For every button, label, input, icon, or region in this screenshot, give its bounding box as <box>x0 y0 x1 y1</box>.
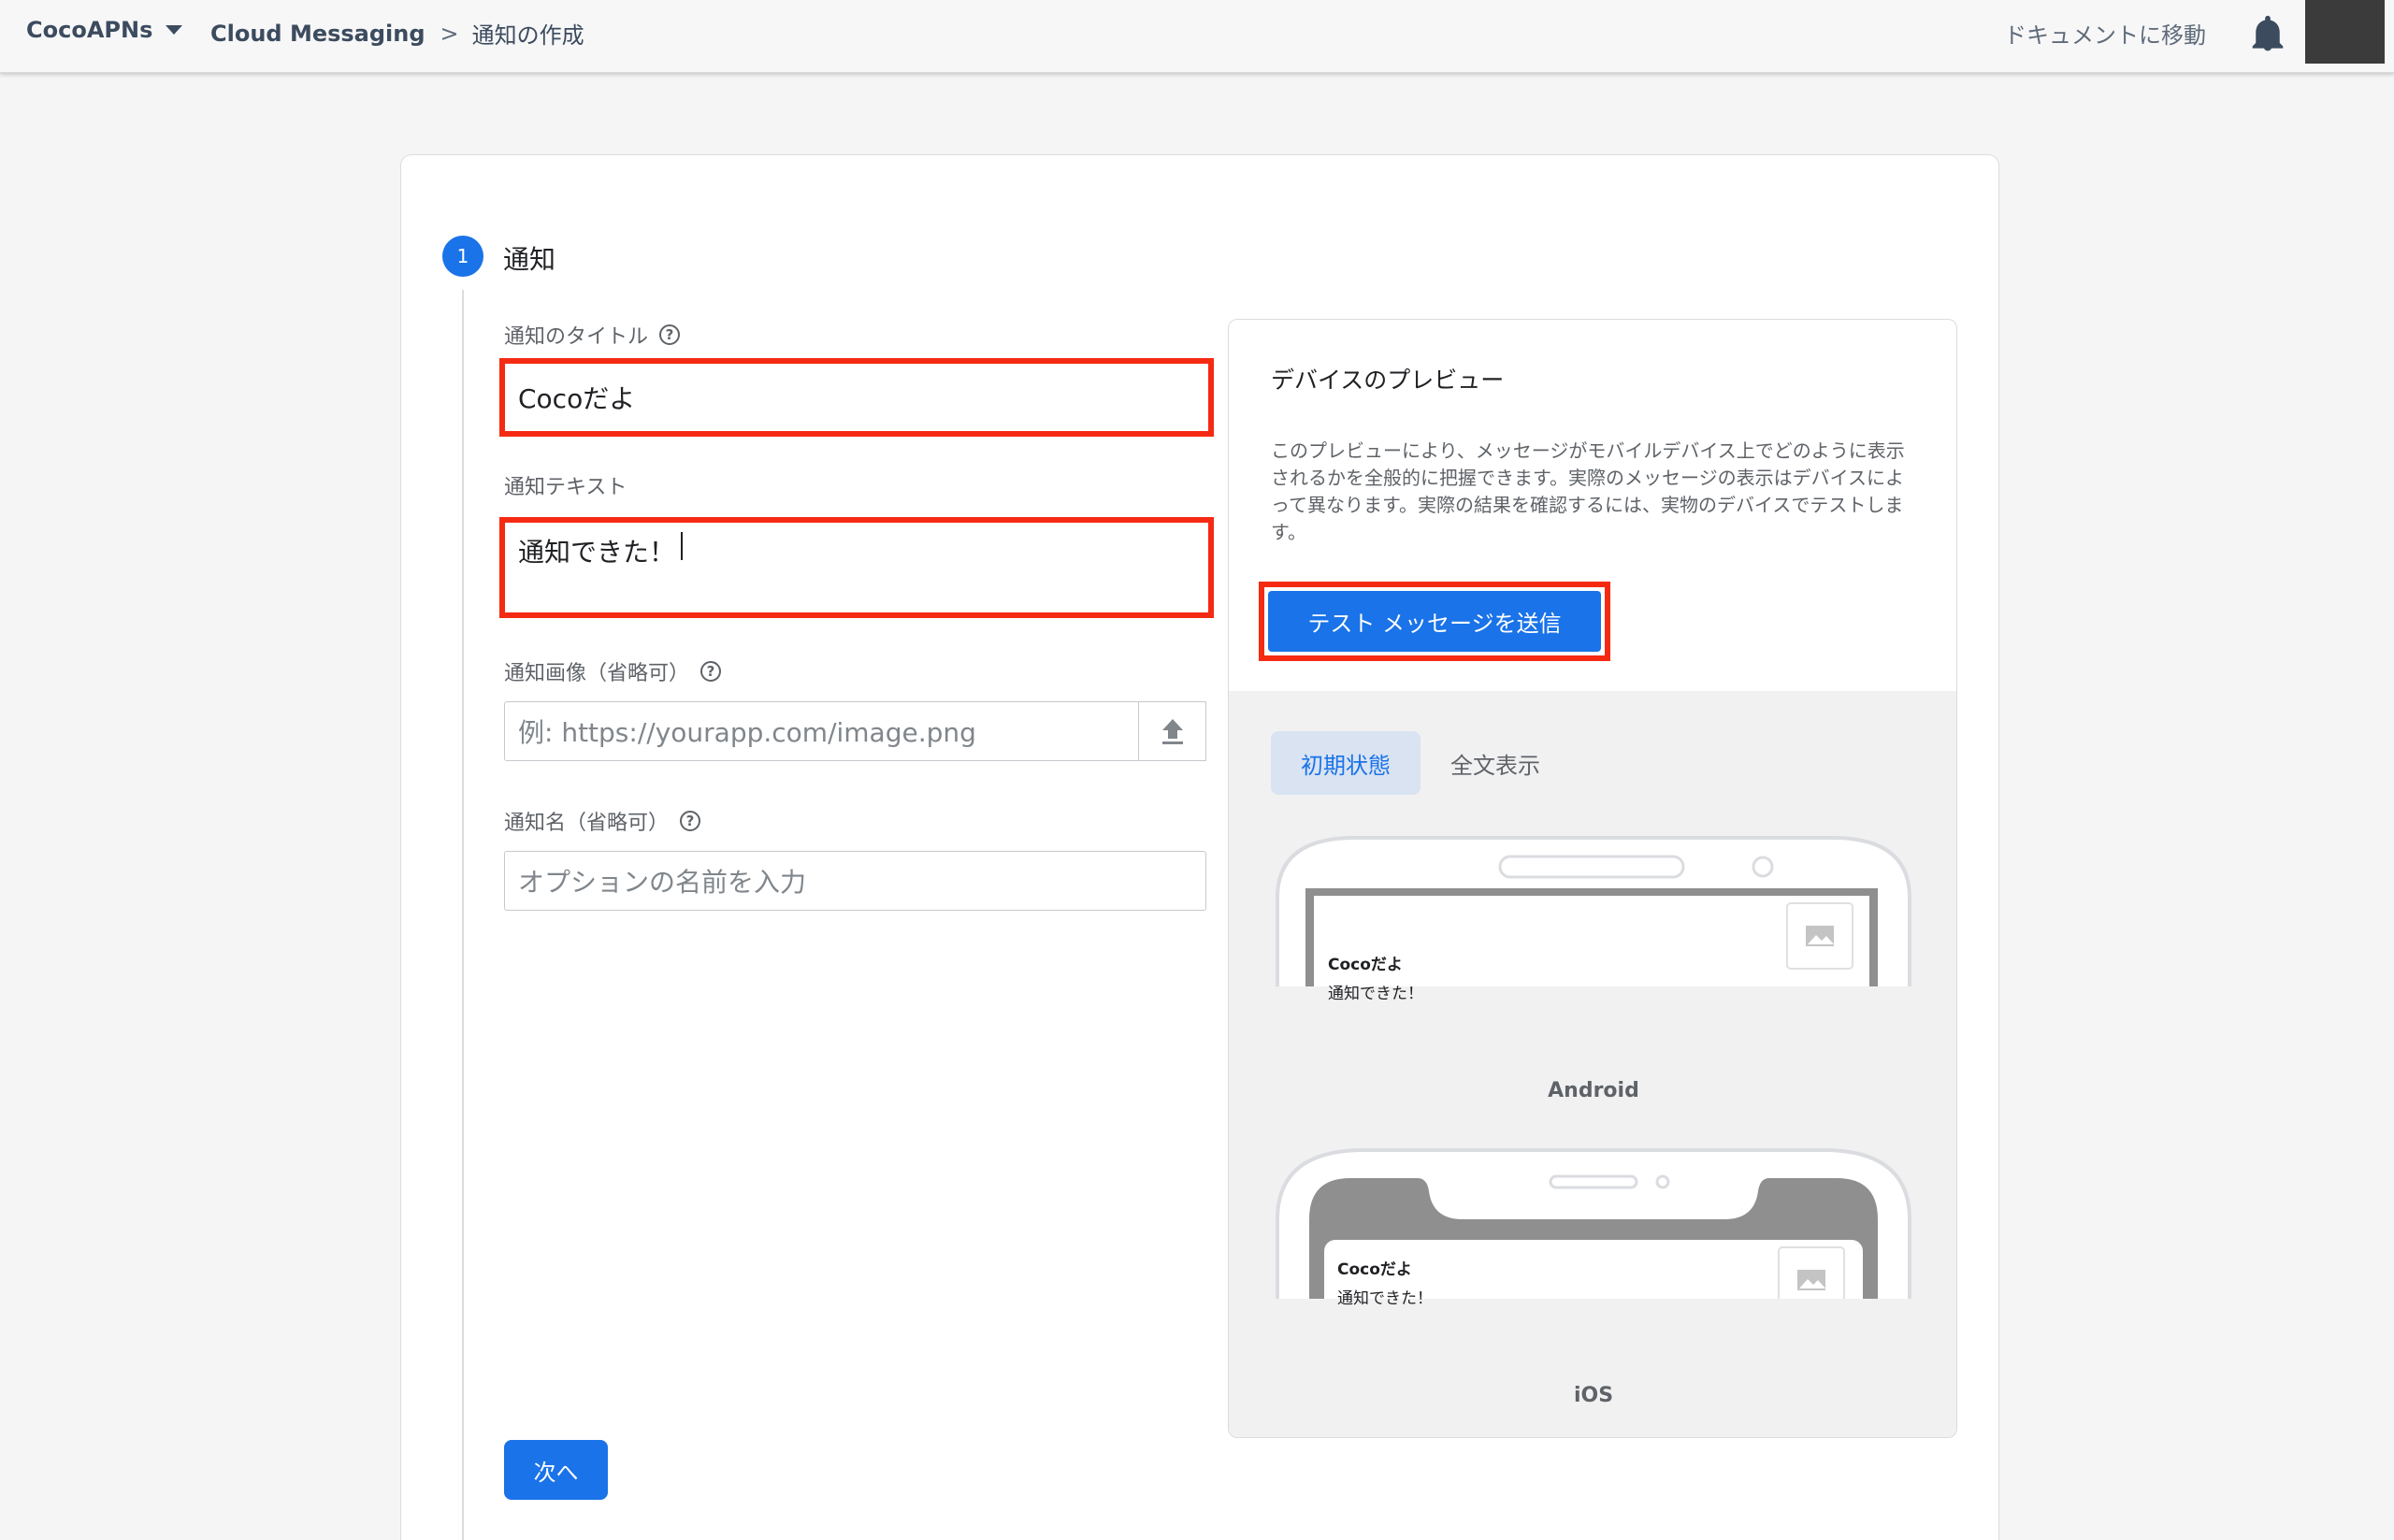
android-notification: Cocoだよ 通知できた！ <box>1328 951 1423 1003</box>
notification-name-input[interactable]: オプションの名前を入力 <box>504 851 1206 911</box>
tab-full-text[interactable]: 全文表示 <box>1430 731 1561 795</box>
step-title: 通知 <box>503 244 556 275</box>
ios-notification: Cocoだよ 通知できた！ <box>1337 1256 1433 1308</box>
help-icon[interactable]: ? <box>700 661 722 682</box>
text-cursor <box>681 532 684 560</box>
project-selector[interactable]: CocoAPNs <box>26 17 183 43</box>
notification-title-label: 通知のタイトル ? <box>504 320 681 350</box>
notification-name-label-text: 通知名（省略可） <box>504 812 670 835</box>
help-icon[interactable]: ? <box>680 811 701 831</box>
notification-title-value: Cocoだよ <box>518 383 636 414</box>
notification-image-label: 通知画像（省略可） ? <box>504 656 722 686</box>
breadcrumb: Cloud Messaging > 通知の作成 <box>210 17 584 50</box>
project-name: CocoAPNs <box>26 17 153 43</box>
upload-button[interactable] <box>1138 701 1206 761</box>
notification-name-label: 通知名（省略可） ? <box>504 806 701 836</box>
send-test-message-button[interactable]: テスト メッセージを送信 <box>1268 591 1601 652</box>
next-button[interactable]: 次へ <box>504 1440 608 1500</box>
preview-title: デバイスのプレビュー <box>1271 367 1505 394</box>
notification-image-placeholder: 例: https://yourapp.com/image.png <box>518 717 976 748</box>
help-icon[interactable]: ? <box>659 324 681 345</box>
device-preview-panel: デバイスのプレビュー このプレビューにより、メッセージがモバイルデバイス上でどの… <box>1228 319 1957 1438</box>
notification-text-label: 通知テキスト <box>504 470 627 500</box>
bell-icon[interactable] <box>2252 15 2284 52</box>
android-notification-body: 通知できた！ <box>1328 985 1423 1003</box>
upload-icon <box>1161 719 1183 744</box>
breadcrumb-current-page: 通知の作成 <box>471 22 584 49</box>
notification-title-label-text: 通知のタイトル <box>504 325 649 349</box>
notification-image-label-text: 通知画像（省略可） <box>504 662 690 685</box>
notification-text-input[interactable]: 通知できた！ <box>499 517 1214 618</box>
preview-description: このプレビューにより、メッセージがモバイルデバイス上でどのように表示されるかを全… <box>1271 439 1905 543</box>
ios-notification-body: 通知できた！ <box>1337 1289 1433 1308</box>
android-notification-title: Cocoだよ <box>1328 956 1403 974</box>
breadcrumb-cloud-messaging[interactable]: Cloud Messaging <box>210 21 425 47</box>
ios-notification-title: Cocoだよ <box>1337 1260 1412 1279</box>
notification-image-input[interactable]: 例: https://yourapp.com/image.png <box>504 701 1140 761</box>
notification-title-input[interactable]: Cocoだよ <box>499 358 1214 437</box>
top-bar: CocoAPNs Cloud Messaging > 通知の作成 ドキュメントに… <box>0 0 2394 73</box>
test-button-highlight: テスト メッセージを送信 <box>1259 582 1610 661</box>
android-label: Android <box>1548 1079 1639 1102</box>
preview-phones-area <box>1229 691 1956 1437</box>
ios-label: iOS <box>1573 1384 1614 1407</box>
step-number-badge: 1 <box>442 236 483 277</box>
notification-text-value: 通知できた！ <box>518 537 676 568</box>
step-connector-line <box>462 290 464 1540</box>
avatar[interactable] <box>2305 0 2385 64</box>
docs-link[interactable]: ドキュメントに移動 <box>2004 17 2206 50</box>
breadcrumb-separator: > <box>440 20 459 47</box>
tab-initial-state[interactable]: 初期状態 <box>1271 731 1421 795</box>
notification-text-label-text: 通知テキスト <box>504 476 627 499</box>
chevron-down-icon <box>166 25 183 35</box>
notification-name-placeholder: オプションの名前を入力 <box>518 867 807 898</box>
